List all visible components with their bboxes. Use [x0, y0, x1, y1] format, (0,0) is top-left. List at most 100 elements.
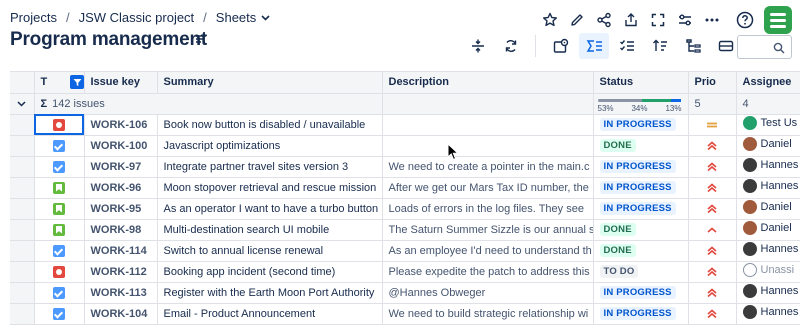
description-cell[interactable]: Please expedite the patch to address thi… [382, 261, 594, 283]
filter-icon[interactable] [70, 75, 83, 90]
hierarchy-icon[interactable] [678, 33, 708, 59]
priority-cell[interactable] [688, 282, 737, 304]
priority-cell[interactable] [688, 135, 737, 157]
column-header-type[interactable]: T [34, 72, 85, 94]
row-handle[interactable] [10, 198, 35, 220]
summary-cell[interactable]: Switch to annual license renewal [157, 240, 383, 262]
breadcrumb-sheets[interactable]: Sheets [216, 10, 256, 25]
collapse-toggle[interactable] [10, 93, 35, 115]
table-row[interactable]: WORK-96 Moon stopover retrieval and rescu… [10, 177, 800, 199]
help-icon[interactable] [731, 8, 758, 32]
status-cell[interactable]: IN PROGRESS [593, 156, 689, 178]
row-handle[interactable] [10, 303, 35, 325]
share-icon[interactable] [590, 8, 617, 32]
fullscreen-icon[interactable] [644, 8, 671, 32]
table-row[interactable]: WORK-98 Multi-destination search UI mobil… [10, 219, 800, 241]
assignee-cell[interactable]: Test Us [736, 114, 800, 136]
issue-key-cell[interactable]: WORK-113 [84, 282, 158, 304]
priority-cell[interactable] [688, 261, 737, 283]
summary-cell[interactable]: Email - Product Announcement [157, 303, 383, 325]
priority-cell[interactable] [688, 114, 737, 136]
status-cell[interactable]: IN PROGRESS [593, 282, 689, 304]
type-cell[interactable] [34, 177, 85, 199]
issue-key-cell[interactable]: WORK-97 [84, 156, 158, 178]
assignee-cell[interactable]: Hannes [736, 240, 800, 262]
issue-key-cell[interactable]: WORK-98 [84, 219, 158, 241]
description-cell[interactable]: @Hannes Obweger [382, 282, 594, 304]
description-cell[interactable] [382, 135, 594, 157]
table-row[interactable]: WORK-97 Integrate partner travel sites ve… [10, 156, 800, 178]
row-height-icon[interactable] [463, 33, 493, 59]
table-row[interactable]: WORK-112 Booking app incident (second tim… [10, 261, 800, 283]
table-row[interactable]: WORK-100 Javascript optimizations DONE Dani… [10, 135, 800, 157]
row-handle[interactable] [10, 219, 35, 241]
table-row[interactable]: WORK-113 Register with the Earth Moon Por… [10, 282, 800, 304]
column-header-issue-key[interactable]: Issue key [84, 72, 158, 94]
summary-cell[interactable]: Moon stopover retrieval and rescue missi… [157, 177, 383, 199]
type-cell[interactable] [34, 219, 85, 241]
status-cell[interactable]: IN PROGRESS [593, 177, 689, 199]
more-icon[interactable] [698, 8, 725, 32]
issue-key-cell[interactable]: WORK-96 [84, 177, 158, 199]
search-field[interactable] [737, 35, 792, 59]
column-header-summary[interactable]: Summary [157, 72, 383, 94]
issue-key-cell[interactable]: WORK-114 [84, 240, 158, 262]
priority-cell[interactable] [688, 303, 737, 325]
assignee-cell[interactable]: Daniel [736, 135, 800, 157]
type-cell[interactable] [34, 261, 85, 283]
assignee-cell[interactable]: Daniel [736, 198, 800, 220]
summary-cell[interactable]: Register with the Earth Moon Port Author… [157, 282, 383, 304]
issue-key-cell[interactable]: WORK-95 [84, 198, 158, 220]
description-cell[interactable]: After we get our Mars Tax ID number, the [382, 177, 594, 199]
breadcrumb-projects[interactable]: Projects [10, 10, 57, 25]
summary-cell[interactable]: Javascript optimizations [157, 135, 383, 157]
type-cell[interactable] [34, 240, 85, 262]
column-header-assignee[interactable]: Assignee [736, 72, 800, 94]
table-row[interactable]: WORK-114 Switch to annual license renewal… [10, 240, 800, 262]
row-handle[interactable] [10, 240, 35, 262]
row-handle[interactable] [10, 282, 35, 304]
summary-cell[interactable]: Booking app incident (second time) [157, 261, 383, 283]
priority-cell[interactable] [688, 219, 737, 241]
sum-rows-icon[interactable] [579, 33, 609, 59]
column-header-description[interactable]: Description [382, 72, 594, 94]
star-icon[interactable] [536, 8, 563, 32]
row-handle[interactable] [10, 114, 35, 136]
description-cell[interactable] [382, 114, 594, 136]
description-cell[interactable]: As an employee I'd need to understand th [382, 240, 594, 262]
priority-cell[interactable] [688, 240, 737, 262]
priority-cell[interactable] [688, 156, 737, 178]
column-header-status[interactable]: Status [593, 72, 689, 94]
refresh-icon[interactable] [496, 33, 526, 59]
settings-sliders-icon[interactable] [671, 8, 698, 32]
type-cell[interactable] [34, 156, 85, 178]
breadcrumb-project[interactable]: JSW Classic project [79, 10, 195, 25]
description-cell[interactable]: We need to build strategic relationship … [382, 303, 594, 325]
type-cell[interactable] [34, 282, 85, 304]
view-settings-icon[interactable] [546, 33, 576, 59]
issue-key-cell[interactable]: WORK-112 [84, 261, 158, 283]
table-row[interactable]: WORK-95 As an operator I want to have a t… [10, 198, 800, 220]
assignee-cell[interactable]: Hannes [736, 177, 800, 199]
sort-icon[interactable] [645, 33, 675, 59]
row-handle[interactable] [10, 135, 35, 157]
chevron-down-icon[interactable] [17, 100, 26, 107]
chevron-down-icon[interactable] [261, 13, 270, 23]
status-cell[interactable]: DONE [593, 135, 689, 157]
row-handle[interactable] [10, 261, 35, 283]
edit-icon[interactable] [563, 8, 590, 32]
table-row[interactable]: WORK-104 Email - Product Announcement We n… [10, 303, 800, 325]
priority-cell[interactable] [688, 198, 737, 220]
summary-cell[interactable]: Integrate partner travel sites version 3 [157, 156, 383, 178]
status-cell[interactable]: DONE [593, 219, 689, 241]
status-cell[interactable]: TO DO [593, 261, 689, 283]
description-cell[interactable]: The Saturn Summer Sizzle is our annual s [382, 219, 594, 241]
type-cell[interactable] [34, 303, 85, 325]
description-cell[interactable]: Loads of errors in the log files. They s… [382, 198, 594, 220]
column-header-priority[interactable]: Prio [688, 72, 737, 94]
table-row[interactable]: WORK-106 Book now button is disabled / un… [10, 114, 800, 136]
status-cell[interactable]: DONE [593, 240, 689, 262]
status-cell[interactable]: IN PROGRESS [593, 303, 689, 325]
status-cell[interactable]: IN PROGRESS [593, 114, 689, 136]
summary-cell[interactable]: Multi-destination search UI mobile [157, 219, 383, 241]
